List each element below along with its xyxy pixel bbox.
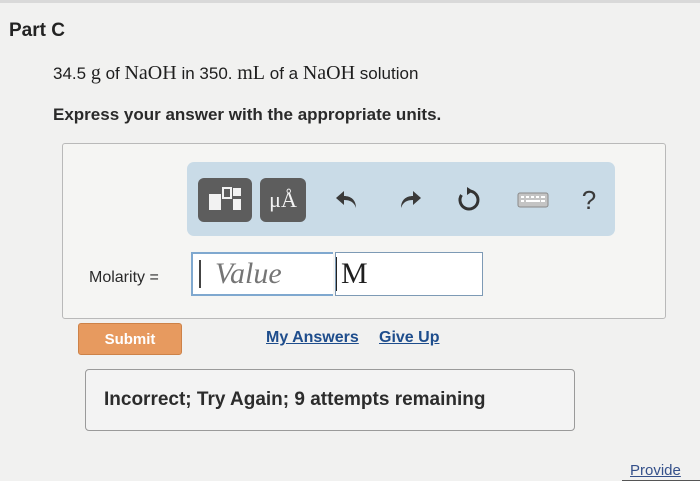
answer-panel: μÅ ? Molarity = Value M <box>62 143 666 319</box>
units-input[interactable]: M <box>335 252 483 296</box>
part-title: Part C <box>9 20 65 41</box>
undo-icon <box>336 191 356 208</box>
units-button[interactable]: μÅ <box>260 178 306 222</box>
templates-button[interactable] <box>198 178 252 222</box>
reset-icon <box>458 187 480 211</box>
problem-volume-unit: mL <box>237 62 266 84</box>
problem-statement: 34.5 g of NaOH in 350. mL of a NaOH solu… <box>53 62 418 85</box>
unit-value: M <box>336 257 368 291</box>
problem-volume: 350. <box>199 64 233 83</box>
molarity-label: Molarity = <box>89 269 159 286</box>
text-caret <box>199 260 201 288</box>
give-up-link[interactable]: Give Up <box>379 329 439 347</box>
math-toolbar: μÅ ? <box>187 162 615 236</box>
value-input[interactable] <box>191 252 333 296</box>
problem-of-a: of a <box>269 64 299 83</box>
keyboard-button[interactable] <box>515 182 551 218</box>
provide-feedback-link[interactable]: Provide <box>630 462 681 479</box>
top-divider <box>0 0 700 3</box>
help-button[interactable]: ? <box>571 182 607 218</box>
reset-button[interactable] <box>451 182 487 218</box>
feedback-text: Incorrect; Try Again; 9 attempts remaini… <box>104 389 486 410</box>
problem-mass-unit: g <box>90 62 101 84</box>
submit-button[interactable]: Submit <box>78 323 182 355</box>
problem-solution: solution <box>359 64 419 83</box>
problem-solute: NaOH <box>124 62 177 84</box>
instructions: Express your answer with the appropriate… <box>53 105 442 124</box>
problem-in: in <box>181 64 195 83</box>
redo-icon <box>401 191 421 208</box>
problem-of: of <box>105 64 120 83</box>
help-icon: ? <box>581 184 597 215</box>
units-icon: μÅ <box>269 187 297 212</box>
keyboard-icon <box>517 192 549 208</box>
my-answers-link[interactable]: My Answers <box>266 329 359 347</box>
undo-button[interactable] <box>329 182 365 218</box>
problem-solution-formula: NaOH <box>302 62 356 84</box>
templates-icon <box>209 187 241 210</box>
feedback-message: Incorrect; Try Again; 9 attempts remaini… <box>85 369 575 431</box>
redo-button[interactable] <box>392 182 428 218</box>
problem-mass: 34.5 <box>53 64 87 83</box>
